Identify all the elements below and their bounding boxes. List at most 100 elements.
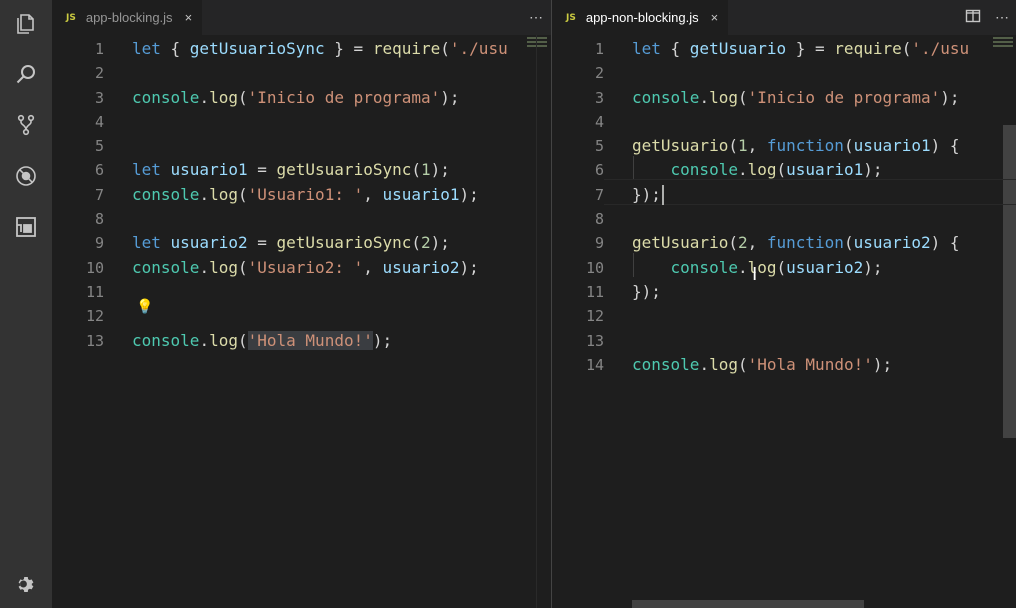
code-token: usuario2 xyxy=(853,233,931,253)
code-line[interactable]: 7 console.log('Usuario1: ', usuario1); xyxy=(52,183,551,207)
code-token: 1 xyxy=(737,136,748,156)
code-token: require xyxy=(834,39,902,58)
code-editor-left[interactable]: 1 let { getUsuarioSync } = require('./usu… xyxy=(52,35,551,608)
code-line[interactable]: 10 console.log('Usuario2: ', usuario2); xyxy=(52,256,551,280)
code-token: log xyxy=(209,184,238,204)
editor-group-left: JS app-blocking.js × ⋯ 1 let { getUsuario… xyxy=(52,0,551,608)
code-token: ); xyxy=(863,160,883,180)
code-line[interactable]: 10 console.log(usuario2); xyxy=(552,256,1016,280)
code-line[interactable]: 11 xyxy=(52,280,551,304)
code-token: , xyxy=(363,257,383,277)
code-token: log xyxy=(709,354,738,374)
code-token: 'Inicio de programa' xyxy=(247,87,441,107)
line-number: 3 xyxy=(594,88,604,107)
code-text: console.log('Inicio de programa'); xyxy=(632,86,960,110)
code-line[interactable]: 12 xyxy=(552,304,1016,328)
code-token: ( xyxy=(776,160,787,180)
code-line[interactable]: 9 let usuario2 = getUsuarioSync(2); xyxy=(52,231,551,255)
code-line[interactable]: 3 console.log('Inicio de programa'); xyxy=(552,86,1016,110)
source-control-icon[interactable] xyxy=(0,103,52,147)
code-line[interactable]: 11}); xyxy=(552,280,1016,304)
code-token: 'Hola Mundo!' xyxy=(247,330,373,350)
lightbulb-icon[interactable]: 💡 xyxy=(136,299,153,315)
code-token: ( xyxy=(737,354,748,374)
line-number: 6 xyxy=(594,161,604,180)
code-line[interactable]: 2 xyxy=(52,61,551,85)
tab-label: app-blocking.js xyxy=(85,10,173,25)
code-line[interactable]: 7}); xyxy=(552,183,1016,207)
code-text: let { getUsuario } = require('./usu xyxy=(632,37,969,61)
code-token: 'Usuario1: ' xyxy=(247,184,364,204)
code-line[interactable]: 8 xyxy=(52,207,551,231)
split-editor-icon[interactable] xyxy=(965,8,981,27)
code-line[interactable]: 13 xyxy=(552,329,1016,353)
code-token: ) { xyxy=(930,136,960,156)
code-token: require xyxy=(372,39,441,58)
code-line[interactable]: 6 let usuario1 = getUsuarioSync(1); xyxy=(52,158,551,182)
line-number: 13 xyxy=(85,331,104,350)
code-token: console xyxy=(132,184,200,204)
code-line[interactable]: 4 xyxy=(52,110,551,134)
search-icon[interactable] xyxy=(0,52,52,96)
code-token: = xyxy=(247,233,277,253)
code-line[interactable]: 4 xyxy=(552,110,1016,134)
code-editor-right[interactable]: 1 let { getUsuario } = require('./usu 2 3 co… xyxy=(552,35,1016,608)
code-line[interactable]: 9 getUsuario(2, function(usuario2) { xyxy=(552,231,1016,255)
line-number: 7 xyxy=(594,185,604,204)
code-token: ( xyxy=(843,136,854,156)
code-token: usuario1 xyxy=(853,136,931,156)
line-number: 10 xyxy=(85,258,104,277)
debug-icon[interactable] xyxy=(0,154,52,198)
code-token: ( xyxy=(411,160,421,180)
js-file-icon: JS xyxy=(566,12,576,23)
close-icon[interactable]: × xyxy=(711,10,719,25)
code-text: getUsuario(1, function(usuario1) { xyxy=(632,134,960,158)
code-line[interactable]: 5 getUsuario(1, function(usuario1) { xyxy=(552,134,1016,158)
extensions-icon[interactable] xyxy=(0,205,52,249)
more-actions-icon[interactable]: ⋯ xyxy=(529,9,543,26)
code-token: ); xyxy=(430,160,450,180)
code-lines: 1 let { getUsuarioSync } = require('./usu… xyxy=(52,37,551,353)
line-number: 8 xyxy=(594,210,604,229)
code-line[interactable]: 6 console.log(usuario1); xyxy=(552,158,1016,182)
code-text: getUsuario(2, function(usuario2) { xyxy=(632,231,960,255)
code-token: , xyxy=(363,184,383,204)
line-number: 1 xyxy=(594,40,604,58)
line-number: 4 xyxy=(594,112,604,131)
line-number: 11 xyxy=(85,282,104,301)
tab-app-blocking[interactable]: JS app-blocking.js × xyxy=(52,0,203,35)
line-number: 9 xyxy=(94,234,104,253)
code-line[interactable]: 2 xyxy=(552,61,1016,85)
line-number: 11 xyxy=(585,282,604,301)
code-line[interactable]: 14 console.log('Hola Mundo!'); xyxy=(552,353,1016,377)
code-token: console xyxy=(132,257,200,277)
code-token: console xyxy=(632,87,700,107)
code-token: . xyxy=(199,87,210,107)
code-line[interactable]: 3 console.log('Inicio de programa'); xyxy=(52,86,551,110)
code-line[interactable]: 13 console.log('Hola Mundo!'); xyxy=(52,329,551,353)
code-line[interactable]: 1 let { getUsuario } = require('./usu xyxy=(552,37,1016,61)
tab-app-non-blocking[interactable]: JS app-non-blocking.js × xyxy=(552,0,729,35)
code-token: . xyxy=(199,330,210,350)
more-actions-icon[interactable]: ⋯ xyxy=(995,9,1009,26)
close-icon[interactable]: × xyxy=(185,10,193,25)
tab-bar-right: JS app-non-blocking.js × ⋯ xyxy=(552,0,1016,35)
code-token: let xyxy=(632,39,671,58)
line-number: 3 xyxy=(94,88,104,107)
tab-label: app-non-blocking.js xyxy=(585,10,699,25)
code-line[interactable]: 5 xyxy=(52,134,551,158)
gear-icon[interactable] xyxy=(0,562,52,606)
code-token: getUsuario xyxy=(689,39,787,58)
code-token: ( xyxy=(901,39,912,58)
code-line[interactable]: 12 xyxy=(52,304,551,328)
horizontal-scrollbar[interactable] xyxy=(632,600,864,608)
code-token: . xyxy=(699,87,710,107)
code-token: getUsuario xyxy=(632,233,729,253)
code-token: getUsuario xyxy=(632,136,729,156)
line-number: 12 xyxy=(85,307,104,326)
code-line[interactable]: 1 let { getUsuarioSync } = require('./usu xyxy=(52,37,551,61)
code-line[interactable]: 8 xyxy=(552,207,1016,231)
explorer-icon[interactable] xyxy=(0,2,52,46)
code-token: 'Inicio de programa' xyxy=(747,87,941,107)
